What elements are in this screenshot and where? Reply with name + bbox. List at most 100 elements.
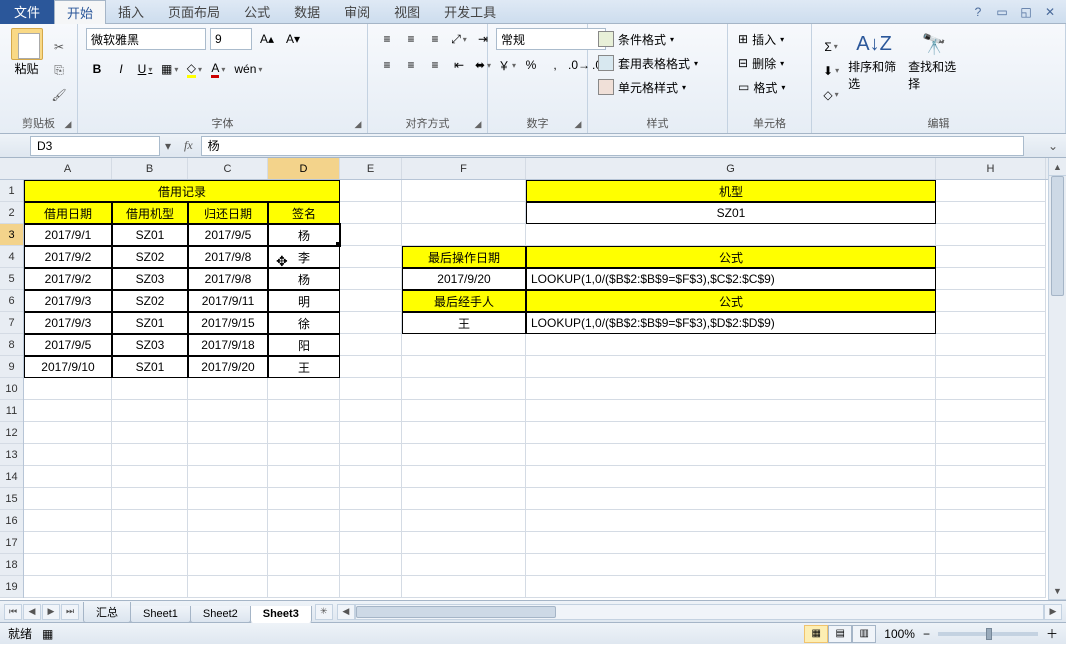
cell-B7[interactable]: SZ01 [112, 312, 188, 334]
horizontal-scrollbar[interactable] [355, 604, 1044, 620]
italic-button[interactable]: I [110, 58, 132, 80]
cell-style-button[interactable]: 单元格样式▾ [596, 76, 719, 98]
autosum-icon[interactable]: Σ [820, 36, 842, 58]
row-header-10[interactable]: 10 [0, 378, 23, 400]
sheet-tab-Sheet3[interactable]: Sheet3 [250, 606, 312, 623]
bold-button[interactable]: B [86, 58, 108, 80]
cell-A17[interactable] [24, 532, 112, 554]
cell-A9[interactable]: 2017/9/10 [24, 356, 112, 378]
fill-color-button[interactable]: ◇ [183, 58, 205, 80]
cell-D10[interactable] [268, 378, 340, 400]
cell-A18[interactable] [24, 554, 112, 576]
cell-D2[interactable]: 签名 [268, 202, 340, 224]
cell-G13[interactable] [526, 444, 936, 466]
cell-G14[interactable] [526, 466, 936, 488]
cell-G11[interactable] [526, 400, 936, 422]
tab-view[interactable]: 视图 [382, 0, 432, 24]
font-name-combo[interactable]: 微软雅黑 [86, 28, 206, 50]
page-break-view-icon[interactable]: ▥ [852, 625, 876, 643]
cell-H14[interactable] [936, 466, 1046, 488]
insert-cells-button[interactable]: ⊞插入▾ [736, 28, 803, 50]
cell-E10[interactable] [340, 378, 402, 400]
align-middle-icon[interactable]: ≡ [400, 28, 422, 50]
cell-E14[interactable] [340, 466, 402, 488]
cell-H1[interactable] [936, 180, 1046, 202]
cell-D13[interactable] [268, 444, 340, 466]
scroll-right-icon[interactable]: ▶ [1044, 604, 1062, 620]
cell-F19[interactable] [402, 576, 526, 598]
col-header-A[interactable]: A [24, 158, 112, 179]
cell-B3[interactable]: SZ01 [112, 224, 188, 246]
vertical-scrollbar[interactable]: ▲ ▼ [1048, 158, 1066, 600]
cell-G15[interactable] [526, 488, 936, 510]
cell-C9[interactable]: 2017/9/20 [188, 356, 268, 378]
cell-B4[interactable]: SZ02 [112, 246, 188, 268]
delete-cells-button[interactable]: ⊟删除▾ [736, 52, 803, 74]
sheet-tab-Sheet1[interactable]: Sheet1 [130, 606, 191, 623]
shrink-font-icon[interactable]: A▾ [282, 28, 304, 50]
cell-E11[interactable] [340, 400, 402, 422]
col-header-F[interactable]: F [402, 158, 526, 179]
cell-D9[interactable]: 王 [268, 356, 340, 378]
cell-G19[interactable] [526, 576, 936, 598]
cut-icon[interactable]: ✂ [49, 37, 69, 57]
cell-A8[interactable]: 2017/9/5 [24, 334, 112, 356]
row-header-4[interactable]: 4 [0, 246, 23, 268]
cell-D14[interactable] [268, 466, 340, 488]
row-header-11[interactable]: 11 [0, 400, 23, 422]
cell-A10[interactable] [24, 378, 112, 400]
row-header-6[interactable]: 6 [0, 290, 23, 312]
grow-font-icon[interactable]: A▴ [256, 28, 278, 50]
cell-A11[interactable] [24, 400, 112, 422]
cell-H19[interactable] [936, 576, 1046, 598]
cell-C2[interactable]: 归还日期 [188, 202, 268, 224]
cell-E19[interactable] [340, 576, 402, 598]
cell-F14[interactable] [402, 466, 526, 488]
formula-expand-icon[interactable]: ⌄ [1044, 139, 1062, 153]
last-sheet-icon[interactable]: ⏭ [61, 604, 79, 620]
cell-F8[interactable] [402, 334, 526, 356]
row-header-9[interactable]: 9 [0, 356, 23, 378]
tab-dev[interactable]: 开发工具 [432, 0, 508, 24]
cell-A7[interactable]: 2017/9/3 [24, 312, 112, 334]
fx-icon[interactable]: fx [184, 138, 193, 153]
restore-icon[interactable]: ◱ [1018, 4, 1034, 20]
col-header-D[interactable]: D [268, 158, 340, 179]
normal-view-icon[interactable]: ▦ [804, 625, 828, 643]
close-icon[interactable]: ✕ [1042, 4, 1058, 20]
cell-F17[interactable] [402, 532, 526, 554]
cell-D5[interactable]: 杨 [268, 268, 340, 290]
cell-D18[interactable] [268, 554, 340, 576]
format-cells-button[interactable]: ▭格式▾ [736, 76, 803, 98]
cell-H16[interactable] [936, 510, 1046, 532]
cell-H12[interactable] [936, 422, 1046, 444]
cell-B19[interactable] [112, 576, 188, 598]
cell-E15[interactable] [340, 488, 402, 510]
align-bottom-icon[interactable]: ≡ [424, 28, 446, 50]
cell-G12[interactable] [526, 422, 936, 444]
tab-review[interactable]: 审阅 [332, 0, 382, 24]
cell-G5[interactable]: LOOKUP(1,0/($B$2:$B$9=$F$3),$C$2:$C$9) [526, 268, 936, 290]
cell-H4[interactable] [936, 246, 1046, 268]
comma-icon[interactable]: , [544, 54, 566, 76]
cell-E5[interactable] [340, 268, 402, 290]
col-header-C[interactable]: C [188, 158, 268, 179]
cell-A19[interactable] [24, 576, 112, 598]
cell-G6[interactable]: 公式 [526, 290, 936, 312]
row-header-2[interactable]: 2 [0, 202, 23, 224]
cell-F6[interactable]: 最后经手人 [402, 290, 526, 312]
tab-data[interactable]: 数据 [282, 0, 332, 24]
cell-C17[interactable] [188, 532, 268, 554]
cell-F2[interactable] [402, 202, 526, 224]
font-color-button[interactable]: A [207, 58, 229, 80]
cell-A16[interactable] [24, 510, 112, 532]
tab-formula[interactable]: 公式 [232, 0, 282, 24]
underline-button[interactable]: U [134, 58, 156, 80]
inc-decimal-icon[interactable]: .0→ [568, 54, 590, 76]
vscroll-thumb[interactable] [1051, 176, 1064, 296]
cell-C15[interactable] [188, 488, 268, 510]
row-header-15[interactable]: 15 [0, 488, 23, 510]
cell-D16[interactable] [268, 510, 340, 532]
help-icon[interactable]: ? [970, 4, 986, 20]
cell-C3[interactable]: 2017/9/5 [188, 224, 268, 246]
